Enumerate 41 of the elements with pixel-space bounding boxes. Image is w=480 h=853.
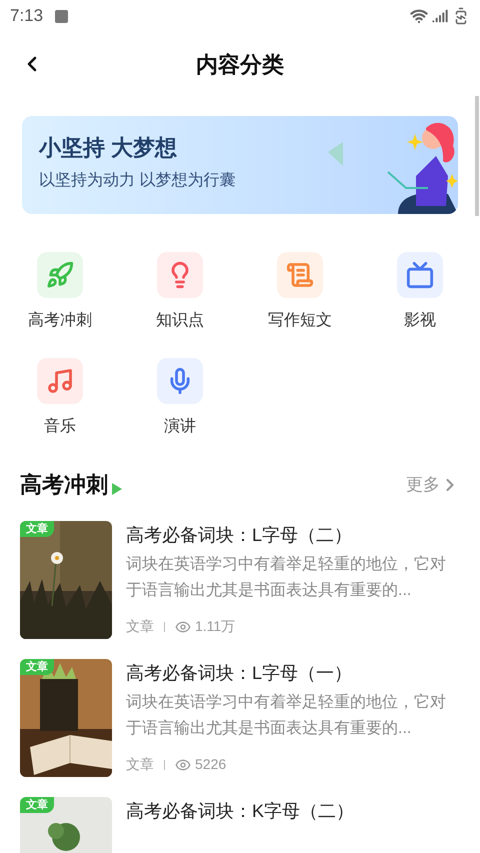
microphone-icon: [157, 358, 203, 404]
music-note-icon: [37, 358, 83, 404]
wifi-icon: [410, 7, 428, 25]
category-item[interactable]: 知识点: [120, 252, 240, 332]
banner-subline: 以坚持为动力 以梦想为行囊: [39, 170, 236, 191]
view-count: 1.11万: [195, 617, 236, 636]
banner[interactable]: 小坚持 大梦想 以坚持为动力 以梦想为行囊: [22, 116, 458, 214]
category-item[interactable]: 高考冲刺: [0, 252, 120, 332]
banner-headline: 小坚持 大梦想: [39, 134, 178, 162]
lightbulb-icon: [157, 252, 203, 298]
tv-icon: [397, 252, 443, 298]
page-title: 内容分类: [196, 50, 284, 78]
eye-icon: [175, 618, 191, 634]
section-title: 高考冲刺: [20, 471, 108, 499]
article-title: 高考必备词块：L字母（一）: [126, 662, 354, 685]
article-type: 文章: [126, 755, 154, 774]
article-badge: 文章: [20, 521, 54, 537]
rocket-icon: [37, 252, 83, 298]
eye-icon: [175, 756, 191, 772]
view-count: 5226: [195, 755, 226, 774]
article-type: 文章: [126, 617, 154, 636]
article-title: 高考必备词块：L字母（二）: [126, 524, 354, 547]
article-badge: 文章: [20, 659, 54, 675]
category-item[interactable]: 音乐: [0, 358, 120, 438]
article-summary: 词块在英语学习中有着举足轻重的地位，它对于语言输出尤其是书面表达具有重要的...: [126, 554, 447, 601]
play-icon: [112, 482, 122, 494]
article-title: 高考必备词块：K字母（二）: [126, 800, 356, 823]
article-card[interactable]: 文章 高考必备词块：L字母（一） 词块在英语学习中有着举足轻重的地位，它对于语言输出尤其是书面表达具有重要的... 文章 5226: [20, 659, 460, 777]
notification-icon: [55, 10, 68, 22]
article-card[interactable]: 文章 高考必备词块：L字母（二） 词块在英语学习中有着举足轻重的地位，它对于语言输出尤其是书面表达具有重要的... 文章 1.11万: [20, 521, 460, 639]
article-card[interactable]: 文章 高考必备词块：K字母（二）: [20, 797, 460, 853]
category-item[interactable]: 写作短文: [240, 252, 360, 332]
category-item[interactable]: 影视: [360, 252, 480, 332]
signal-icon: [432, 8, 448, 24]
clock: 7:13: [10, 5, 44, 28]
category-item[interactable]: 演讲: [120, 358, 240, 438]
separator: [164, 760, 165, 770]
article-badge: 文章: [20, 797, 54, 813]
scroll-icon: [277, 252, 323, 298]
separator: [164, 622, 165, 632]
article-summary: 词块在英语学习中有着举足轻重的地位，它对于语言输出尤其是书面表达具有重要的...: [126, 692, 447, 739]
